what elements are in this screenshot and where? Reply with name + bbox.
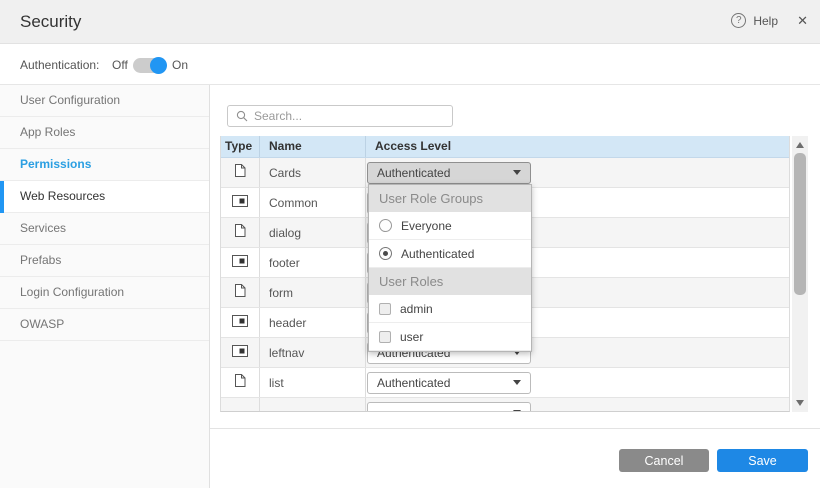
name-cell: form bbox=[260, 278, 366, 307]
search-input[interactable] bbox=[254, 107, 452, 125]
sidebar-item-login-configuration[interactable]: Login Configuration bbox=[0, 277, 209, 309]
option-label: admin bbox=[400, 302, 433, 316]
titlebar: Security ? Help ✕ bbox=[0, 0, 820, 44]
type-cell bbox=[221, 248, 260, 277]
type-cell bbox=[221, 158, 260, 187]
help-button[interactable]: ? Help bbox=[731, 13, 778, 28]
chevron-down-icon bbox=[513, 410, 521, 412]
type-cell bbox=[221, 368, 260, 397]
option-authenticated[interactable]: Authenticated bbox=[369, 240, 531, 268]
authentication-label: Authentication: bbox=[20, 58, 99, 72]
scroll-up-icon bbox=[796, 142, 804, 148]
sidebar: User ConfigurationApp RolesPermissionsWe… bbox=[0, 85, 210, 488]
sidebar-item-permissions[interactable]: Permissions bbox=[0, 149, 209, 181]
footer-divider bbox=[210, 428, 820, 429]
scrollbar-thumb[interactable] bbox=[794, 153, 806, 295]
scroll-down-button[interactable] bbox=[792, 396, 808, 410]
option-user[interactable]: user bbox=[369, 323, 531, 351]
popup-roles-header: User Roles bbox=[369, 268, 531, 295]
sidebar-item-web-resources[interactable]: Web Resources bbox=[0, 181, 209, 213]
web-resources-table: Type Name Access Level Cards Authenticate… bbox=[220, 136, 790, 412]
access-cell bbox=[366, 398, 789, 412]
name-cell: header bbox=[260, 308, 366, 337]
close-icon[interactable]: ✕ bbox=[797, 13, 808, 29]
save-button[interactable]: Save bbox=[717, 449, 808, 472]
access-cell: Authenticated bbox=[366, 368, 789, 397]
page-title: Security bbox=[20, 12, 81, 32]
sidebar-item-prefabs[interactable]: Prefabs bbox=[0, 245, 209, 277]
cancel-button[interactable]: Cancel bbox=[619, 449, 709, 472]
page-icon bbox=[234, 163, 246, 183]
column-header-type: Type bbox=[221, 136, 260, 157]
search-icon bbox=[236, 110, 248, 122]
type-cell bbox=[221, 308, 260, 337]
name-cell: Common bbox=[260, 188, 366, 217]
access-level-dropdown[interactable]: Authenticated bbox=[367, 162, 531, 184]
scroll-down-icon bbox=[796, 400, 804, 406]
type-cell bbox=[221, 398, 260, 412]
checkbox-unchecked-icon[interactable] bbox=[379, 331, 391, 343]
access-level-value: Authenticated bbox=[377, 376, 450, 390]
access-level-dropdown[interactable]: Authenticated bbox=[367, 372, 531, 394]
option-label: user bbox=[400, 330, 423, 344]
access-level-dropdown[interactable] bbox=[367, 402, 531, 413]
type-cell bbox=[221, 188, 260, 217]
name-cell: leftnav bbox=[260, 338, 366, 367]
sidebar-item-owasp[interactable]: OWASP bbox=[0, 309, 209, 341]
column-header-name: Name bbox=[260, 136, 366, 157]
help-icon: ? bbox=[731, 13, 746, 28]
sidebar-item-app-roles[interactable]: App Roles bbox=[0, 117, 209, 149]
sidebar-item-user-configuration[interactable]: User Configuration bbox=[0, 85, 209, 117]
authentication-toggle[interactable] bbox=[133, 57, 165, 74]
toggle-off-label: Off bbox=[112, 58, 128, 72]
page-icon bbox=[234, 373, 246, 393]
table-header: Type Name Access Level bbox=[221, 136, 789, 158]
option-everyone[interactable]: Everyone bbox=[369, 212, 531, 240]
widget-icon bbox=[232, 314, 248, 332]
security-dialog: Security ? Help ✕ Authentication: Off On… bbox=[0, 0, 820, 488]
access-level-popup: User Role Groups Everyone Authenticated U… bbox=[368, 184, 532, 352]
authentication-bar: Authentication: Off On bbox=[0, 44, 820, 85]
column-header-access-level: Access Level bbox=[366, 136, 789, 157]
popup-group-header: User Role Groups bbox=[369, 185, 531, 212]
type-cell bbox=[221, 338, 260, 367]
page-icon bbox=[234, 223, 246, 243]
name-cell: footer bbox=[260, 248, 366, 277]
widget-icon bbox=[232, 344, 248, 362]
access-cell: Authenticated bbox=[366, 158, 789, 187]
chevron-down-icon bbox=[513, 170, 521, 175]
option-label: Everyone bbox=[401, 219, 452, 233]
table-row: list Authenticated bbox=[221, 368, 789, 398]
table-row bbox=[221, 398, 789, 412]
toggle-knob bbox=[150, 57, 167, 74]
widget-icon bbox=[232, 254, 248, 272]
radio-selected-icon[interactable] bbox=[379, 247, 392, 260]
type-cell bbox=[221, 218, 260, 247]
radio-unselected-icon[interactable] bbox=[379, 219, 392, 232]
search-box bbox=[227, 105, 453, 127]
name-cell: Cards bbox=[260, 158, 366, 187]
widget-icon bbox=[232, 194, 248, 212]
option-admin[interactable]: admin bbox=[369, 295, 531, 323]
toggle-on-label: On bbox=[172, 58, 188, 72]
name-cell: dialog bbox=[260, 218, 366, 247]
checkbox-unchecked-icon[interactable] bbox=[379, 303, 391, 315]
page-icon bbox=[234, 283, 246, 303]
option-label: Authenticated bbox=[401, 247, 474, 261]
access-level-value: Authenticated bbox=[377, 166, 450, 180]
sidebar-item-services[interactable]: Services bbox=[0, 213, 209, 245]
name-cell: list bbox=[260, 368, 366, 397]
type-cell bbox=[221, 278, 260, 307]
name-cell bbox=[260, 398, 366, 412]
help-label: Help bbox=[753, 14, 778, 28]
scroll-up-button[interactable] bbox=[792, 138, 808, 152]
table-scrollbar[interactable] bbox=[792, 136, 808, 412]
chevron-down-icon bbox=[513, 380, 521, 385]
